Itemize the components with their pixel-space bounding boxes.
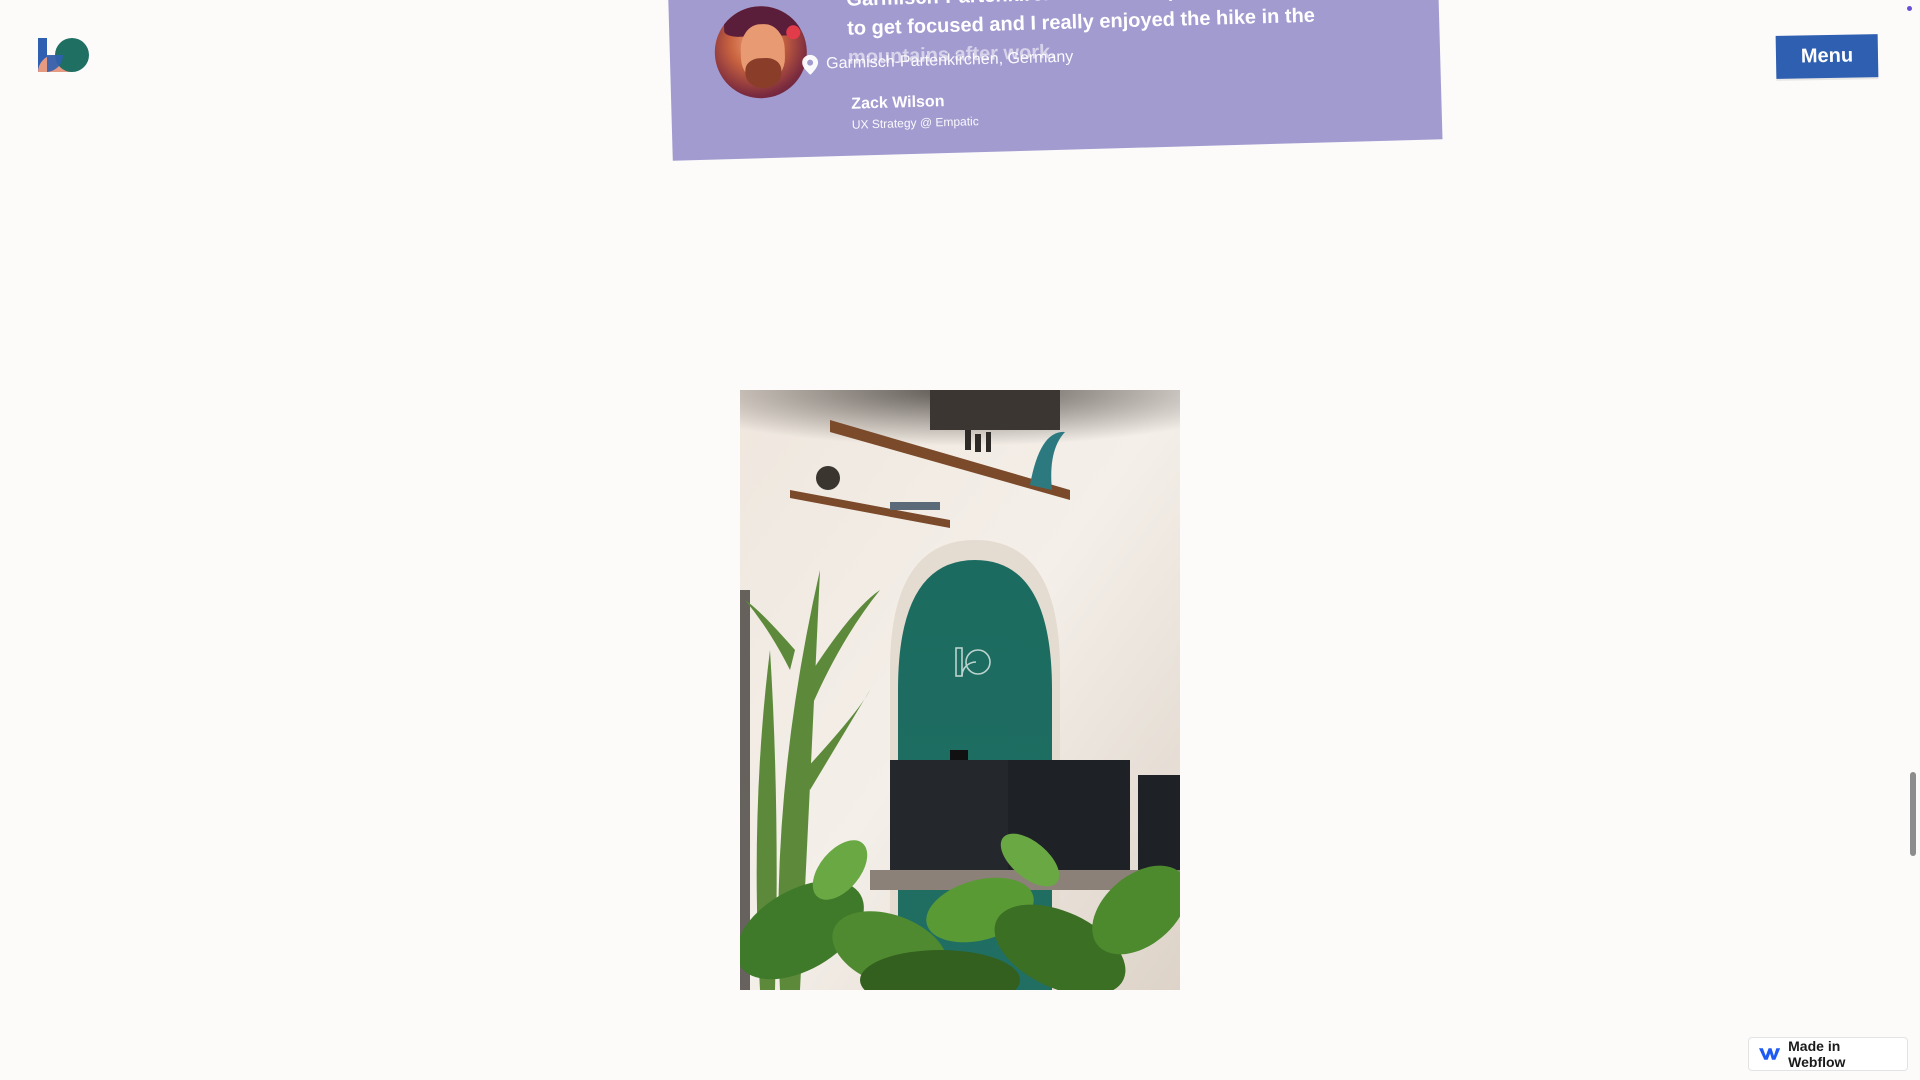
testimonial-location: Garmisch-Partenkirchen, Germany bbox=[802, 47, 1074, 75]
site-logo[interactable] bbox=[38, 38, 92, 76]
quote-line-2: to get focused and I really enjoyed the … bbox=[846, 4, 1316, 40]
office-interior-illustration bbox=[740, 390, 1180, 990]
webflow-logo-icon bbox=[1759, 1048, 1781, 1060]
logo-mark-icon bbox=[38, 38, 89, 72]
author-role: UX Strategy @ Empatic bbox=[851, 114, 979, 132]
webflow-badge-label: Made in Webflow bbox=[1788, 1038, 1846, 1070]
author-name: Zack Wilson bbox=[851, 93, 945, 113]
page-scrollbar[interactable] bbox=[1908, 0, 1920, 1080]
testimonial-card: Garmisch-Partenkirchen. The unique lifes… bbox=[667, 0, 1443, 161]
menu-button[interactable]: Menu bbox=[1775, 34, 1879, 79]
corner-indicator-dot bbox=[1907, 6, 1912, 11]
author-avatar bbox=[713, 4, 809, 100]
office-photo bbox=[740, 390, 1180, 990]
location-pin-icon bbox=[802, 54, 819, 75]
page: Garmisch-Partenkirchen. The unique lifes… bbox=[0, 0, 1920, 1080]
scrollbar-thumb[interactable] bbox=[1910, 772, 1916, 856]
made-in-webflow-badge[interactable]: Made in Webflow bbox=[1748, 1037, 1908, 1071]
